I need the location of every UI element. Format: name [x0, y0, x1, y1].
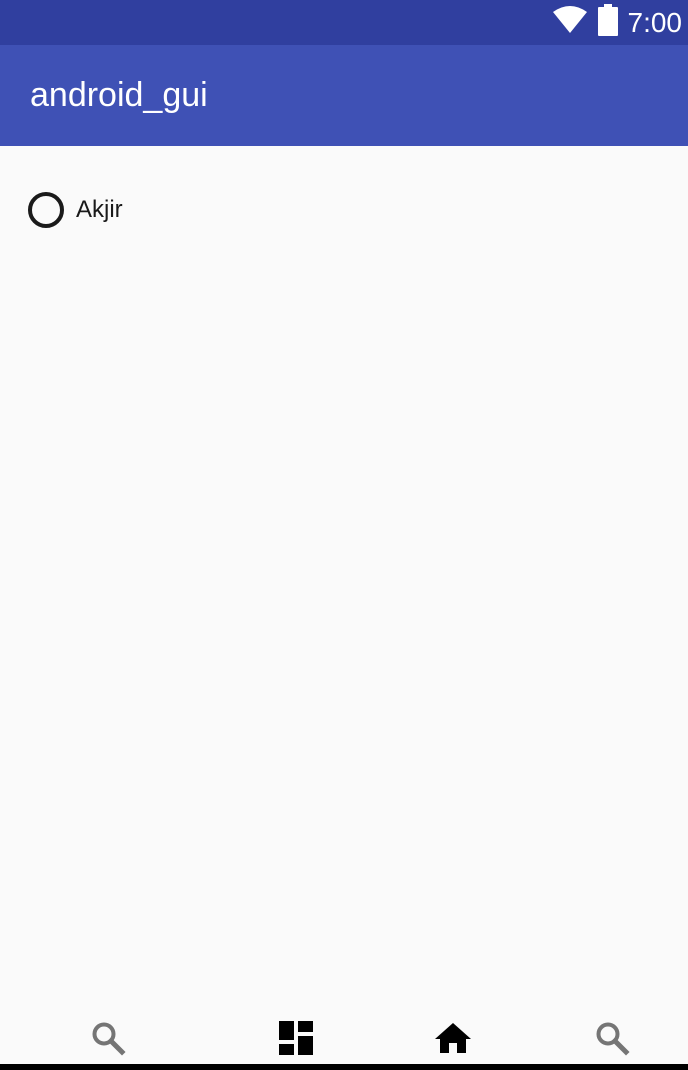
bottom-navigation: [0, 1016, 688, 1064]
radio-button-unchecked-icon[interactable]: [28, 192, 64, 228]
content-area: Akjir: [0, 146, 688, 1016]
radio-option-label: Akjir: [76, 196, 123, 223]
search-icon: [90, 1020, 126, 1061]
nav-item-dashboard[interactable]: [210, 1016, 382, 1064]
search-icon: [594, 1020, 630, 1061]
status-time: 7:00: [627, 6, 683, 38]
nav-item-home[interactable]: [367, 1016, 539, 1064]
nav-item-search-1[interactable]: [22, 1016, 194, 1064]
radio-option-akjir[interactable]: Akjir: [28, 192, 123, 228]
status-bar: 7:00: [0, 0, 688, 45]
app-bar: android_gui: [0, 45, 688, 146]
battery-icon: [597, 4, 618, 41]
system-nav-bar: [0, 1064, 688, 1070]
home-icon: [434, 1022, 472, 1059]
dashboard-icon: [279, 1020, 313, 1060]
wifi-icon: [552, 6, 588, 39]
status-icons: 7:00: [552, 0, 683, 45]
nav-item-search-2[interactable]: [526, 1016, 688, 1064]
app-title: android_gui: [30, 76, 208, 114]
